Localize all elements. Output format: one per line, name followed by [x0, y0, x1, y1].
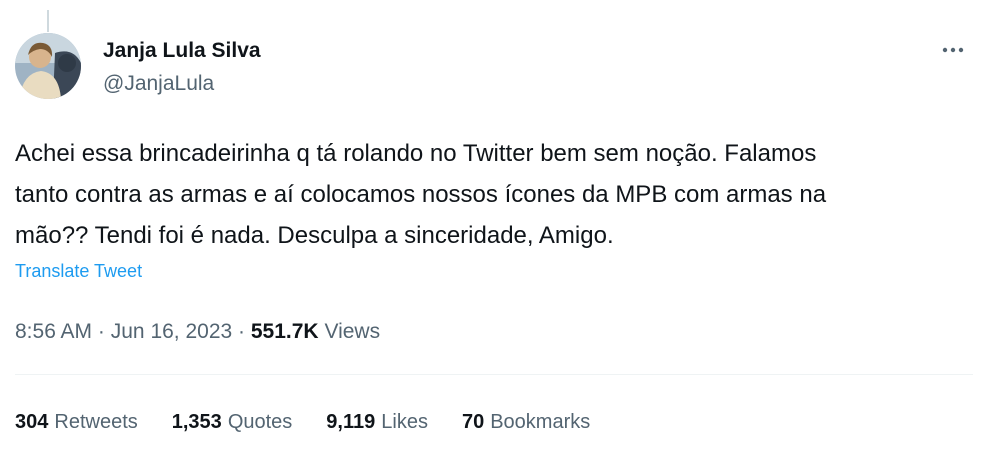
- avatar-image: [15, 33, 81, 99]
- translate-tweet-link[interactable]: Translate Tweet: [15, 260, 142, 282]
- engagement-stats: 304 Retweets 1,353 Quotes 9,119 Likes 70 Boo…: [15, 409, 624, 435]
- views-count: 551.7K: [250, 320, 319, 343]
- display-name[interactable]: Janja Lula Silva: [103, 38, 261, 64]
- more-dots-icon: [942, 47, 964, 53]
- likes-label: Likes: [381, 411, 428, 433]
- likes-count: 9,119: [326, 411, 376, 433]
- thread-connector-line: [47, 10, 49, 32]
- avatar[interactable]: [15, 33, 81, 99]
- tweet-date[interactable]: Jun 16, 2023: [111, 320, 232, 343]
- bookmarks-count: 70: [461, 411, 485, 433]
- bookmarks-label: Bookmarks: [490, 411, 591, 433]
- tweet: Janja Lula Silva @JanjaLula Achei essa b…: [15, 33, 975, 433]
- retweets-count: 304: [15, 411, 49, 433]
- user-names: Janja Lula Silva @JanjaLula: [103, 38, 261, 97]
- user-handle[interactable]: @JanjaLula: [103, 71, 261, 97]
- views-label: Views: [324, 320, 381, 343]
- tweet-header: Janja Lula Silva @JanjaLula: [15, 33, 975, 103]
- quotes-stat[interactable]: 1,353 Quotes: [172, 409, 293, 435]
- tweet-meta: 8:56 AM · Jun 16, 2023 · 551.7K Views: [15, 319, 380, 345]
- quotes-count: 1,353: [171, 411, 222, 433]
- quotes-label: Quotes: [227, 411, 293, 433]
- likes-stat[interactable]: 9,119 Likes: [326, 409, 428, 435]
- meta-separator: ·: [238, 320, 246, 343]
- divider: [15, 374, 973, 375]
- retweets-label: Retweets: [54, 411, 138, 433]
- bookmarks-stat[interactable]: 70 Bookmarks: [462, 409, 590, 435]
- meta-separator: ·: [97, 320, 105, 343]
- retweets-stat[interactable]: 304 Retweets: [15, 409, 138, 435]
- tweet-time[interactable]: 8:56 AM: [15, 320, 92, 343]
- tweet-text: Achei essa brincadeirinha q tá rolando n…: [15, 140, 827, 249]
- more-button[interactable]: [936, 37, 970, 63]
